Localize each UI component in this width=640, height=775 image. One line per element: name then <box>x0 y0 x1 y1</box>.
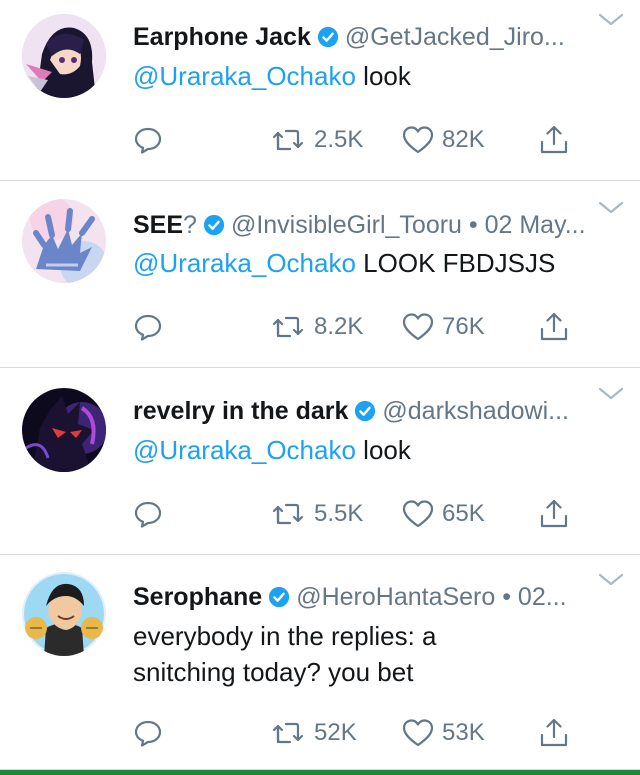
retweet-icon <box>272 316 304 338</box>
tweet-feed: Earphone Jack @GetJacked_Jiro... @Uraraka… <box>0 0 640 775</box>
avatar-image <box>22 388 106 472</box>
share-icon <box>540 718 568 747</box>
share-icon <box>540 312 568 341</box>
reply-button[interactable] <box>133 120 163 160</box>
tweet-actions: 5.5K 65K <box>0 494 640 534</box>
user-handle[interactable]: @GetJacked_Jiro... <box>345 23 565 51</box>
like-count: 82K <box>442 126 485 153</box>
tweet-header: SEE? @InvisibleGirl_Tooru • 02 May... <box>133 207 596 243</box>
verified-badge-icon <box>203 214 225 236</box>
tweet-text-content: look <box>355 435 411 465</box>
chevron-down-icon[interactable] <box>598 386 624 402</box>
share-button[interactable] <box>538 120 570 160</box>
verified-badge-icon <box>317 26 338 48</box>
tweet-actions: 8.2K 76K <box>0 307 640 347</box>
like-button[interactable]: 53K <box>402 713 485 753</box>
display-name[interactable]: SEE <box>133 211 183 239</box>
retweet-button[interactable]: 2.5K <box>270 120 363 160</box>
tweet-header: Serophane @HeroHantaSero • 02... <box>133 579 596 615</box>
display-name[interactable]: revelry in the dark <box>133 397 348 425</box>
chevron-down-icon[interactable] <box>598 12 624 28</box>
user-handle[interactable]: @HeroHantaSero • 02... <box>296 583 566 611</box>
tweet-header: revelry in the dark @darkshadowi... <box>133 393 596 429</box>
retweet-count: 5.5K <box>314 500 364 527</box>
tweet-card[interactable]: revelry in the dark @darkshadowi... @Urar… <box>0 368 640 555</box>
tweet-card[interactable]: Serophane @HeroHantaSero • 02... everybod… <box>0 555 640 770</box>
retweet-count: 2.5K <box>314 126 364 153</box>
mention-link[interactable]: @Uraraka_Ochako <box>133 61 356 91</box>
avatar-image <box>22 14 106 98</box>
retweet-button[interactable]: 8.2K <box>270 307 363 347</box>
user-handle[interactable]: @InvisibleGirl_Tooru • 02 May... <box>231 211 586 239</box>
avatar-image <box>22 572 106 656</box>
like-button[interactable]: 82K <box>402 120 485 160</box>
heart-icon <box>402 500 434 528</box>
display-name[interactable]: Serophane <box>133 583 262 611</box>
user-handle[interactable]: @darkshadowi... <box>382 397 569 425</box>
share-icon <box>540 125 568 154</box>
share-button[interactable] <box>538 307 570 347</box>
mention-link[interactable]: @Uraraka_Ochako <box>133 435 356 465</box>
avatar[interactable] <box>22 572 106 656</box>
tweet-text: @Uraraka_Ochako look <box>133 58 610 94</box>
display-name[interactable]: Earphone Jack <box>133 23 311 51</box>
tweet-actions: 2.5K 82K <box>0 120 640 160</box>
tweet-text-content: look <box>355 61 411 91</box>
retweet-icon <box>272 722 304 744</box>
like-count: 65K <box>442 500 485 527</box>
tweet-card[interactable]: Earphone Jack @GetJacked_Jiro... @Uraraka… <box>0 0 640 181</box>
chevron-down-icon[interactable] <box>598 200 624 216</box>
reply-icon <box>134 501 162 528</box>
share-button[interactable] <box>538 494 570 534</box>
mention-link[interactable]: @Uraraka_Ochako <box>133 248 356 278</box>
reply-icon <box>134 720 162 747</box>
share-button[interactable] <box>538 713 570 753</box>
like-button[interactable]: 65K <box>402 494 485 534</box>
avatar[interactable] <box>22 388 106 472</box>
reply-button[interactable] <box>133 494 163 534</box>
bottom-accent-bar <box>0 770 640 775</box>
tweet-text: @Uraraka_Ochako look <box>133 432 610 468</box>
retweet-icon <box>272 129 304 151</box>
heart-icon <box>402 126 434 154</box>
retweet-icon <box>272 503 304 525</box>
retweet-count: 52K <box>314 719 357 746</box>
tweet-text-line: everybody in the replies: a <box>133 621 437 651</box>
reply-button[interactable] <box>133 307 163 347</box>
tweet-card[interactable]: SEE? @InvisibleGirl_Tooru • 02 May... @Ur… <box>0 181 640 368</box>
avatar[interactable] <box>22 14 106 98</box>
verified-badge-icon <box>355 400 376 422</box>
heart-icon <box>402 719 434 747</box>
tweet-header: Earphone Jack @GetJacked_Jiro... <box>133 19 596 55</box>
like-count: 53K <box>442 719 485 746</box>
heart-icon <box>402 313 434 341</box>
reply-icon <box>134 314 162 341</box>
retweet-count: 8.2K <box>314 313 364 340</box>
chevron-down-icon[interactable] <box>598 572 624 588</box>
tweet-text: @Uraraka_Ochako LOOK FBDJSJS <box>133 245 610 281</box>
tweet-actions: 52K 53K <box>0 713 640 753</box>
avatar-image <box>22 199 106 283</box>
reply-button[interactable] <box>133 713 163 753</box>
reply-icon <box>134 127 162 154</box>
like-button[interactable]: 76K <box>402 307 485 347</box>
tweet-text-line: snitching today? you bet <box>133 657 414 687</box>
display-name-suffix: ? <box>183 211 197 239</box>
avatar[interactable] <box>22 199 106 283</box>
retweet-button[interactable]: 52K <box>270 713 357 753</box>
like-count: 76K <box>442 313 485 340</box>
tweet-text: everybody in the replies: a snitching to… <box>133 618 610 690</box>
share-icon <box>540 499 568 528</box>
verified-badge-icon <box>269 586 290 608</box>
retweet-button[interactable]: 5.5K <box>270 494 363 534</box>
tweet-text-content: LOOK FBDJSJS <box>355 248 556 278</box>
